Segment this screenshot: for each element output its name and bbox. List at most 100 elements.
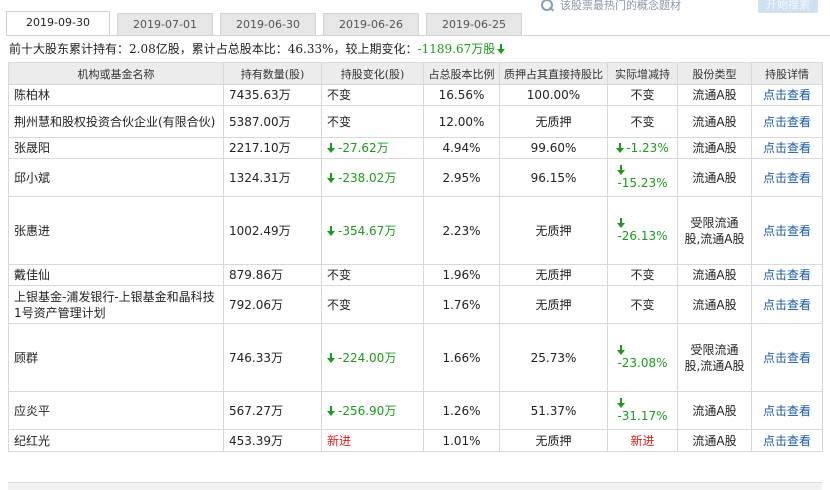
down-arrow-icon — [327, 405, 335, 416]
view-detail-link[interactable]: 点击查看 — [763, 224, 811, 238]
shares-held-cell: 453.39万 — [223, 429, 322, 452]
share-change: 新进 — [327, 433, 352, 448]
pledge-ratio-cell: 无质押 — [499, 105, 608, 138]
share-change: 不变 — [327, 88, 352, 102]
pledge-ratio-cell: 无质押 — [499, 285, 608, 324]
holder-name: 顾群 — [14, 350, 39, 365]
share-type-cell: 流通A股 — [677, 158, 752, 197]
shares-held: 792.06万 — [229, 297, 283, 312]
tab-2019-06-25[interactable]: 2019-06-25 — [426, 13, 522, 35]
view-detail-link[interactable]: 点击查看 — [763, 115, 811, 129]
table-row: 戴佳仙 879.86万 不变 1.96% 无质押 不变 流通A股 点击查看 — [8, 264, 823, 286]
share-ratio: 4.94% — [442, 141, 481, 155]
col-header-actual: 实际增减持 — [607, 62, 678, 85]
holder-name: 张惠进 — [14, 223, 51, 238]
col-header-detail: 持股详情 — [751, 62, 823, 85]
share-type-cell: 流通A股 — [677, 137, 752, 159]
share-type-cell: 受限流通股,流通A股 — [677, 196, 752, 265]
detail-cell: 点击查看 — [751, 391, 823, 430]
detail-cell: 点击查看 — [751, 323, 823, 392]
holder-name-cell: 应炎平 — [8, 391, 224, 430]
tab-2019-09-30[interactable]: 2019-09-30 — [6, 11, 110, 35]
actual-change-stack: -26.13% — [617, 217, 668, 244]
view-detail-link[interactable]: 点击查看 — [763, 141, 811, 155]
view-detail-link[interactable]: 点击查看 — [763, 434, 811, 448]
shares-held: 567.27万 — [229, 403, 283, 418]
search-button[interactable]: 开始搜索 — [758, 0, 818, 13]
share-change: -256.90万 — [338, 403, 397, 418]
shares-held-cell: 746.33万 — [223, 323, 322, 392]
pledge-ratio-cell: 51.37% — [499, 391, 608, 430]
actual-change: -15.23% — [617, 175, 668, 190]
view-detail-link[interactable]: 点击查看 — [763, 171, 811, 185]
share-type-cell: 流通A股 — [677, 429, 752, 452]
search-area[interactable]: 该股票最热门的概念题材 — [540, 0, 681, 14]
share-type: 受限流通股,流通A股 — [684, 342, 745, 373]
shares-held: 2217.10万 — [229, 141, 291, 155]
detail-cell: 点击查看 — [751, 105, 823, 138]
shares-held: 1324.31万 — [229, 170, 291, 185]
share-type-cell: 流通A股 — [677, 84, 752, 106]
holder-name-cell: 陈柏林 — [8, 84, 224, 106]
pledge-ratio: 无质押 — [535, 297, 572, 312]
share-ratio-cell: 12.00% — [423, 105, 500, 138]
holder-name-cell: 上银基金-浦发银行-上银基金和晶科技1号资产管理计划 — [8, 285, 224, 324]
actual-change-stack: -15.23% — [617, 164, 668, 191]
share-ratio: 1.66% — [442, 350, 481, 365]
share-change-cell: 不变 — [321, 285, 424, 324]
share-ratio-cell: 16.56% — [423, 84, 500, 106]
share-change-cell: -354.67万 — [321, 196, 424, 265]
shares-held-cell: 567.27万 — [223, 391, 322, 430]
holder-name-cell: 张晟阳 — [8, 137, 224, 159]
pledge-ratio: 无质押 — [535, 433, 572, 448]
share-ratio-cell: 1.76% — [423, 285, 500, 324]
table-row: 荆州慧和股权投资合伙企业(有限合伙) 5387.00万 不变 12.00% 无质押 不变 流… — [8, 105, 823, 138]
search-hint: 该股票最热门的概念题材 — [560, 0, 681, 12]
share-ratio: 1.01% — [442, 433, 481, 448]
share-change-cell: 不变 — [321, 84, 424, 106]
share-change: -27.62万 — [338, 141, 389, 155]
tab-2019-06-30[interactable]: 2019-06-30 — [220, 13, 316, 35]
tab-2019-07-01[interactable]: 2019-07-01 — [117, 13, 213, 35]
share-type: 流通A股 — [692, 268, 737, 282]
shares-held: 5387.00万 — [229, 114, 291, 129]
share-ratio: 2.95% — [442, 170, 481, 185]
share-change-cell: -27.62万 — [321, 137, 424, 159]
col-header-shares: 持有数量(股) — [223, 62, 322, 85]
share-type-cell: 受限流通股,流通A股 — [677, 323, 752, 392]
share-ratio: 12.00% — [438, 114, 485, 129]
actual-change-cell: 不变 — [607, 84, 678, 106]
down-arrow-icon — [617, 164, 626, 175]
shares-held-cell: 2217.10万 — [223, 137, 322, 159]
holder-name-cell: 纪红光 — [8, 429, 224, 452]
holder-name: 纪红光 — [14, 433, 51, 448]
share-type: 流通A股 — [692, 170, 737, 185]
share-type-cell: 流通A股 — [677, 391, 752, 430]
shares-held: 453.39万 — [229, 433, 283, 448]
view-detail-link[interactable]: 点击查看 — [763, 298, 811, 312]
pledge-ratio: 100.00% — [526, 88, 581, 102]
share-change: -354.67万 — [338, 223, 397, 238]
share-type: 流通A股 — [692, 433, 737, 448]
pledge-ratio-cell: 无质押 — [499, 429, 608, 452]
pledge-ratio: 25.73% — [530, 350, 577, 365]
share-ratio: 1.26% — [442, 403, 481, 418]
pledge-ratio-cell: 无质押 — [499, 196, 608, 265]
view-detail-link[interactable]: 点击查看 — [763, 88, 811, 102]
summary-mid2: ，较上期变化： — [333, 42, 418, 56]
detail-cell: 点击查看 — [751, 285, 823, 324]
view-detail-link[interactable]: 点击查看 — [763, 351, 811, 365]
down-arrow-icon — [617, 217, 626, 228]
shares-held-cell: 1002.49万 — [223, 196, 322, 265]
view-detail-link[interactable]: 点击查看 — [763, 268, 811, 282]
view-detail-link[interactable]: 点击查看 — [763, 404, 811, 418]
share-change-cell: 不变 — [321, 105, 424, 138]
pledge-ratio: 无质押 — [535, 114, 572, 129]
down-arrow-icon — [327, 352, 335, 363]
actual-change: -31.17% — [617, 408, 668, 423]
actual-change: -1.23% — [626, 141, 669, 155]
holder-name-cell: 戴佳仙 — [8, 264, 224, 286]
tab-2019-06-26[interactable]: 2019-06-26 — [323, 13, 419, 35]
share-ratio: 2.23% — [442, 223, 481, 238]
share-change: -224.00万 — [338, 350, 397, 365]
